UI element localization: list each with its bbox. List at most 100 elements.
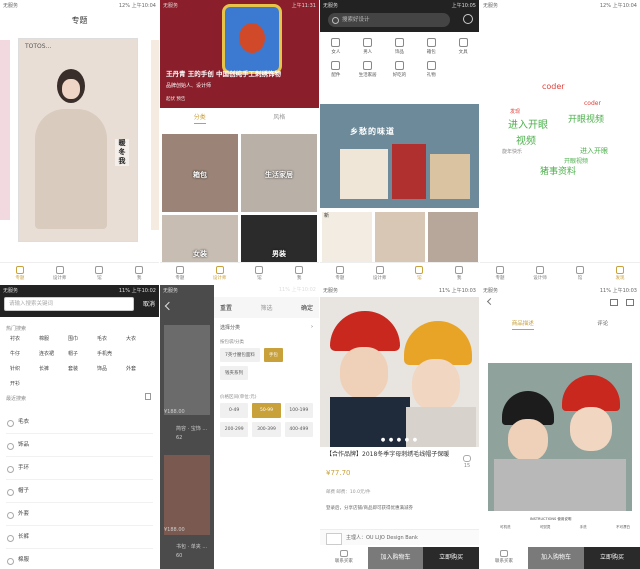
tab-style[interactable]: 风格	[273, 112, 285, 124]
cloud-word[interactable]: 猪事资料	[540, 164, 576, 177]
price-chip[interactable]: 200-299	[220, 422, 249, 437]
hot-keyword[interactable]: 大衣	[126, 335, 155, 342]
hot-keyword[interactable]: 开衫	[10, 380, 39, 387]
contact-seller-button[interactable]: 联系买家	[320, 547, 368, 569]
favorite-button[interactable]: 15	[463, 455, 471, 469]
category-men[interactable]: 男人	[352, 38, 384, 55]
price-chip[interactable]: 0-49	[220, 403, 249, 418]
hot-keyword[interactable]: 针织	[10, 365, 39, 372]
hot-keyword[interactable]: 衬衣	[10, 335, 39, 342]
share-icon[interactable]	[626, 299, 634, 306]
category-home[interactable]: 生活家居	[352, 61, 384, 78]
cart-icon[interactable]	[610, 299, 618, 306]
tab-designer[interactable]: 设计师	[520, 263, 560, 284]
hot-keyword[interactable]: 长裤	[39, 365, 68, 372]
tab-topic[interactable]: 专题	[480, 263, 520, 284]
brand-row[interactable]: 主理人：OU LIJO Design Bank	[320, 529, 479, 545]
recent-item[interactable]: 长裤	[6, 526, 153, 549]
filter-chip[interactable]: 7英寸腰包面料	[220, 348, 260, 362]
hot-keyword[interactable]: 饰品	[97, 365, 126, 372]
trash-icon[interactable]	[145, 393, 151, 400]
cloud-word[interactable]: 发现	[510, 108, 520, 115]
hot-keyword[interactable]: 套装	[68, 365, 97, 372]
hot-keyword[interactable]: 外套	[126, 365, 155, 372]
thumb-1[interactable]: 新	[322, 212, 372, 264]
cloud-word[interactable]: 开眼视频	[564, 156, 588, 165]
recent-item[interactable]: 棉服	[6, 549, 153, 569]
buy-now-button[interactable]: 立即购买	[584, 547, 640, 569]
recent-item[interactable]: 帽子	[6, 480, 153, 503]
add-to-cart-button[interactable]: 加入购物车	[367, 547, 424, 569]
tab-topic[interactable]: 专题	[0, 263, 40, 284]
promo-banner[interactable]: 乡愁的味道	[320, 104, 479, 208]
tile-home[interactable]: 生活家居	[241, 134, 317, 212]
next-card-edge[interactable]	[151, 40, 159, 230]
back-icon[interactable]	[164, 301, 174, 311]
tab-comments[interactable]: 评论	[597, 319, 608, 330]
category-accessories[interactable]: 配件	[320, 61, 352, 78]
hot-keyword[interactable]: 毛衣	[97, 335, 126, 342]
category-jewelry[interactable]: 饰品	[384, 38, 416, 55]
hot-keyword[interactable]: 牛仔	[10, 350, 39, 357]
category-gifts[interactable]: 礼物	[415, 61, 447, 78]
recent-item[interactable]: 毛衣	[6, 411, 153, 434]
tile-bags[interactable]: 箱包	[162, 134, 238, 212]
category-stationery[interactable]: 文具	[447, 38, 479, 55]
category-select[interactable]: 选择分类 ›	[214, 318, 319, 333]
thumb-2[interactable]	[375, 212, 425, 264]
hot-keyword[interactable]: 手机壳	[97, 350, 126, 357]
cloud-word[interactable]: 进入开眼	[508, 116, 548, 131]
tab-hall[interactable]: 馆	[80, 263, 120, 284]
tab-discover[interactable]: 发现	[600, 263, 640, 284]
tab-me[interactable]: 我	[279, 263, 319, 284]
price-chip[interactable]: 400-499	[284, 422, 313, 437]
buy-now-button[interactable]: 立即购买	[423, 547, 479, 569]
contact-seller-button[interactable]: 联系买家	[480, 547, 528, 569]
cloud-word[interactable]: coder	[584, 100, 601, 107]
hot-keyword[interactable]: 帽子	[68, 350, 97, 357]
recent-item[interactable]: 外套	[6, 503, 153, 526]
hot-keyword[interactable]: 围巾	[68, 335, 97, 342]
hot-keyword[interactable]	[126, 350, 155, 357]
prev-card-edge[interactable]	[0, 40, 10, 220]
confirm-button[interactable]: 确定	[301, 303, 313, 312]
cloud-word[interactable]: 开眼视频	[568, 112, 604, 125]
cloud-word[interactable]: 视频	[516, 132, 536, 147]
hot-keyword[interactable]: 连衣裙	[39, 350, 68, 357]
tile-women[interactable]: 女装	[162, 215, 238, 263]
tab-category[interactable]: 分类	[193, 112, 206, 124]
price-chip[interactable]: 100-199	[284, 403, 313, 418]
hot-keyword[interactable]: 棉服	[39, 335, 68, 342]
tab-hall[interactable]: 馆	[400, 263, 440, 284]
cloud-word[interactable]: 旋年快乐	[502, 148, 522, 155]
filter-chip-selected[interactable]: 手包	[263, 348, 283, 362]
recent-item[interactable]: 饰品	[6, 434, 153, 457]
thumb-3[interactable]	[428, 212, 478, 264]
reset-button[interactable]: 重置	[220, 303, 232, 312]
search-input[interactable]: 请输入搜索关键词	[4, 297, 134, 311]
tab-designer[interactable]: 设计师	[200, 263, 240, 284]
tab-hall[interactable]: 馆	[560, 263, 600, 284]
coupon-note[interactable]: 登录后，分享店铺/商品即可获得优惠满减券	[326, 505, 413, 511]
category-women[interactable]: 女人	[320, 38, 352, 55]
cancel-button[interactable]: 取消	[143, 299, 155, 308]
topic-card[interactable]: TOTOS... 暖冬我	[18, 38, 138, 242]
tile-men[interactable]: 男装	[241, 215, 317, 263]
tab-hall[interactable]: 馆	[240, 263, 280, 284]
price-chip[interactable]: 300-399	[252, 422, 281, 437]
tab-designer[interactable]: 设计师	[360, 263, 400, 284]
designer-hero[interactable]: 无服务 上午11:31 王丹青 王的手创 中国创纯手工刺绣饰物 品牌创始人、设计…	[160, 0, 319, 108]
tab-me[interactable]: 我	[119, 263, 159, 284]
product-gallery[interactable]	[320, 297, 479, 447]
category-food[interactable]: 好吃的	[384, 61, 416, 78]
tab-designer[interactable]: 设计师	[40, 263, 80, 284]
price-chip-selected[interactable]: 50-99	[252, 403, 281, 418]
filter-chip[interactable]: 钱夹系列	[220, 366, 248, 380]
category-bags[interactable]: 箱包	[415, 38, 447, 55]
tab-topic[interactable]: 专题	[160, 263, 200, 284]
cloud-word[interactable]: coder	[542, 82, 565, 91]
back-icon[interactable]	[486, 297, 495, 306]
add-to-cart-button[interactable]: 加入购物车	[528, 547, 584, 569]
message-icon[interactable]	[463, 14, 473, 24]
tab-me[interactable]: 我	[439, 263, 479, 284]
